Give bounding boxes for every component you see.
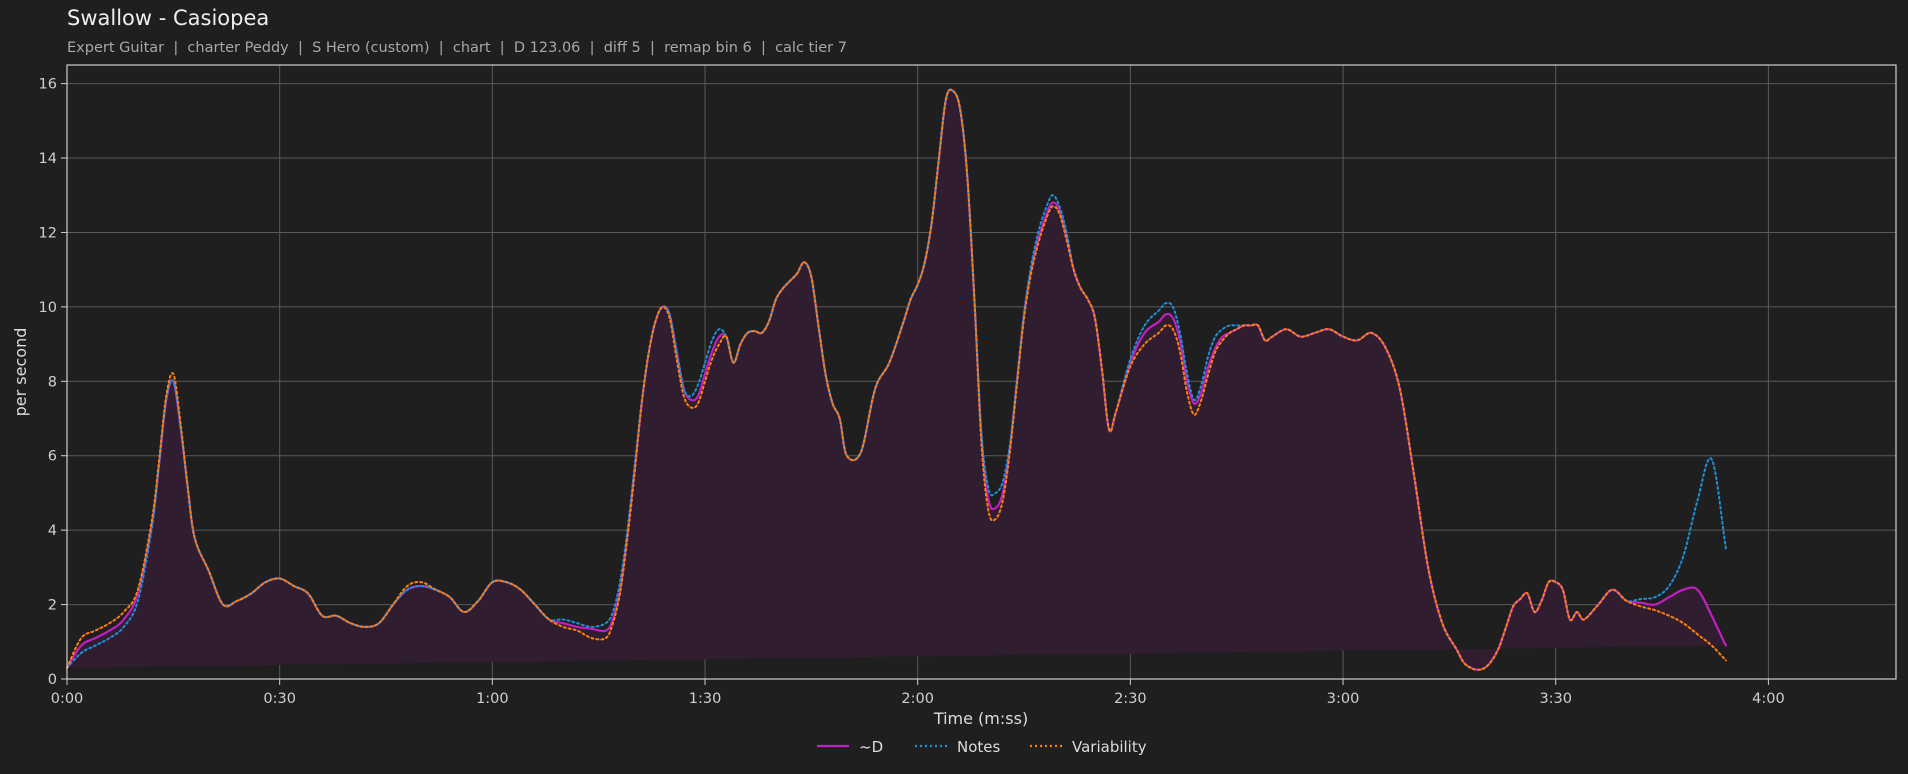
- y-tick-label: 16: [39, 77, 57, 93]
- x-tick-label: 3:00: [1327, 691, 1360, 707]
- d-area-fill: [67, 89, 1726, 670]
- x-tick-label: 4:00: [1752, 691, 1785, 707]
- legend-item-d: ~D: [817, 738, 883, 756]
- legend-item-variability: Variability: [1030, 738, 1147, 756]
- x-tick-label: 0:30: [263, 691, 296, 707]
- y-tick-label: 6: [48, 449, 57, 465]
- x-tick-label: 2:00: [901, 691, 934, 707]
- y-tick-label: 0: [48, 672, 57, 688]
- legend-label: Variability: [1072, 738, 1147, 756]
- x-tick-label: 1:00: [476, 691, 509, 707]
- legend-label: ~D: [859, 738, 883, 756]
- y-tick-label: 8: [48, 374, 57, 390]
- x-tick-label: 0:00: [51, 691, 84, 707]
- x-axis-label: Time (m:ss): [933, 709, 1028, 728]
- x-tick-labels: 0:00 0:30 1:00 1:30 2:00 2:30 3:00 3:30 4:00: [51, 691, 1785, 707]
- y-tick-label: 2: [48, 598, 57, 614]
- legend: ~D Notes Variability: [817, 738, 1147, 756]
- y-tick-label: 14: [39, 151, 57, 167]
- y-tick-label: 4: [48, 523, 57, 539]
- y-tick-label: 10: [39, 300, 57, 316]
- line-chart: 0:00 0:30 1:00 1:30 2:00 2:30 3:00 3:30 4:00 0 2 4…: [11, 64, 1897, 756]
- area-fill: [67, 89, 1726, 670]
- x-tick-label: 2:30: [1114, 691, 1147, 707]
- y-tick-labels: 0 2 4 6 8 10 12 14 16: [39, 77, 57, 688]
- x-tick-label: 1:30: [689, 691, 722, 707]
- legend-item-notes: Notes: [915, 738, 1001, 756]
- x-tick-label: 3:30: [1539, 691, 1572, 707]
- legend-label: Notes: [957, 738, 1001, 756]
- y-tick-label: 12: [39, 225, 57, 241]
- y-axis-label: per second: [11, 328, 30, 417]
